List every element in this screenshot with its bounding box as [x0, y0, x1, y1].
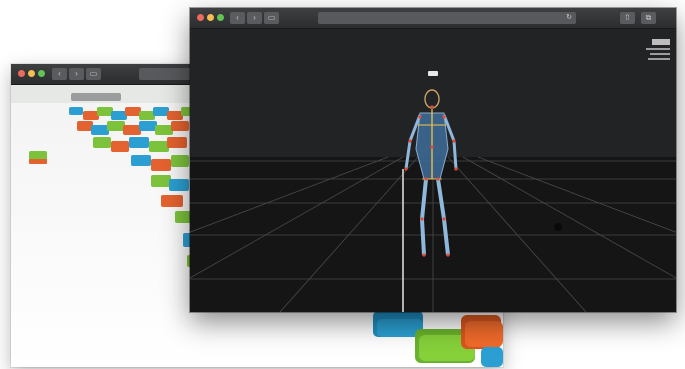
front-address-bar[interactable]: ↻	[318, 12, 576, 24]
front-3d-viewport[interactable]	[190, 29, 676, 312]
zoom-button[interactable]	[38, 70, 45, 77]
share-button[interactable]: ⇧	[620, 12, 635, 24]
back-button[interactable]: ‹	[52, 68, 67, 80]
tabs-icon: ⧉	[645, 13, 652, 22]
zoom-button[interactable]	[217, 14, 224, 21]
close-button[interactable]	[197, 14, 204, 21]
tabs-button[interactable]: ⧉	[641, 12, 656, 24]
minimize-button[interactable]	[207, 14, 214, 21]
sidebar-button[interactable]: ▭	[264, 12, 279, 24]
skeleton-scene	[190, 29, 676, 312]
forward-button[interactable]: ›	[69, 68, 84, 80]
close-button[interactable]	[18, 70, 25, 77]
forward-arrow-icon: ›	[253, 13, 256, 22]
window-controls	[18, 70, 45, 77]
minimize-button[interactable]	[28, 70, 35, 77]
back-arrow-icon: ‹	[58, 69, 61, 78]
floor-marker	[554, 223, 562, 231]
window-controls	[197, 14, 224, 21]
share-icon: ⇧	[624, 13, 631, 22]
front-window-titlebar: ‹ › ▭ ↻ ⇧ ⧉	[190, 8, 676, 29]
forward-button[interactable]: ›	[247, 12, 262, 24]
back-button[interactable]: ‹	[230, 12, 245, 24]
sidebar-icon: ▭	[89, 69, 98, 78]
reload-icon[interactable]: ↻	[566, 12, 572, 24]
figure-label-badge	[428, 71, 438, 76]
sidebar-button[interactable]: ▭	[86, 68, 101, 80]
back-arrow-icon: ‹	[236, 13, 239, 22]
box-icon	[29, 151, 47, 164]
foreground-browser-window: ‹ › ▭ ↻ ⇧ ⧉	[190, 8, 676, 312]
sidebar-icon: ▭	[267, 13, 276, 22]
forward-arrow-icon: ›	[75, 69, 78, 78]
